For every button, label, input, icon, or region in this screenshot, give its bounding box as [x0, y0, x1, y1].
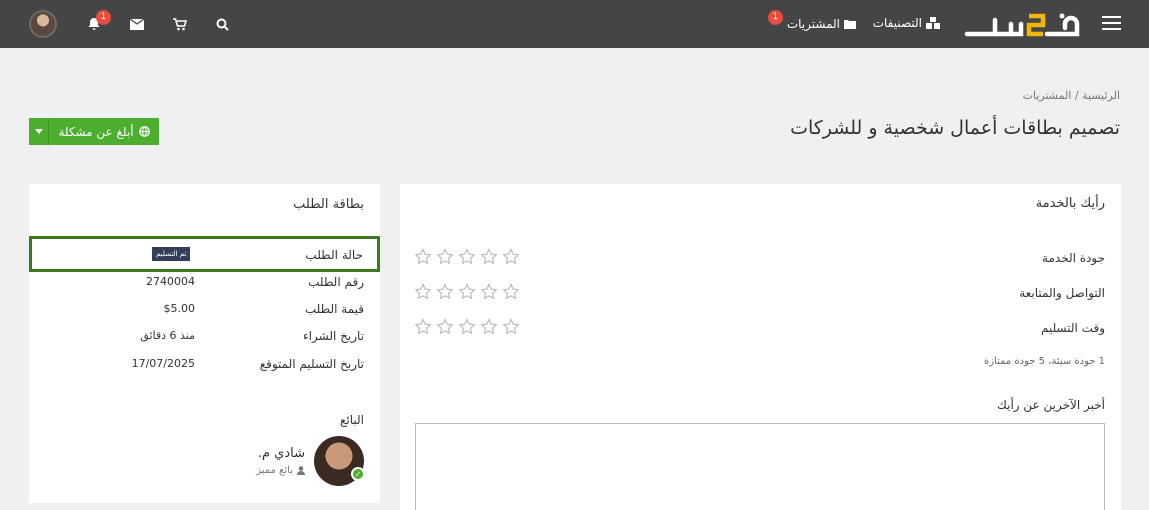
caret-down-icon: [34, 129, 43, 134]
top-navbar: 1 المشتريات 1 التصنيفات: [0, 0, 1149, 48]
order-price-label: قيمة الطلب: [304, 302, 364, 316]
messages-button[interactable]: [127, 14, 147, 34]
star-icon[interactable]: [480, 283, 498, 301]
nav-categories[interactable]: التصنيفات: [873, 16, 940, 30]
comment-label: أخبر الآخرين عن رأيك: [996, 398, 1105, 412]
order-card: بطاقة الطلب حالة الطلب تم التسليم رقم ال…: [29, 184, 380, 503]
star-icon[interactable]: [458, 318, 476, 336]
rating-label-communication: التواصل والمتابعة: [1019, 286, 1105, 300]
rating-label-delivery: وقت التسليم: [1040, 321, 1105, 335]
cart-button[interactable]: [170, 14, 190, 34]
star-icon[interactable]: [414, 248, 432, 266]
report-dropdown-toggle[interactable]: [29, 118, 49, 145]
user-icon: [297, 466, 305, 475]
nav-purchases-label: المشتريات: [786, 16, 840, 31]
star-icon[interactable]: [414, 283, 432, 301]
star-rating-delivery[interactable]: [414, 318, 520, 336]
user-avatar[interactable]: [29, 10, 57, 38]
star-icon[interactable]: [502, 318, 520, 336]
order-status-badge: تم التسليم: [152, 247, 191, 261]
notifications-button[interactable]: 1: [84, 10, 111, 34]
star-icon[interactable]: [436, 318, 454, 336]
seller-badge-label: بائع مميز: [256, 465, 293, 476]
order-info-row: قيمة الطلب $5.00: [29, 302, 380, 322]
star-icon[interactable]: [436, 283, 454, 301]
search-button[interactable]: [212, 14, 232, 34]
seller-section-title: البائع: [340, 413, 364, 427]
khamsat-logo[interactable]: [963, 8, 1081, 40]
order-number-label: رقم الطلب: [308, 275, 364, 289]
order-card-title: بطاقة الطلب: [293, 197, 364, 212]
report-problem-label-wrap: أبلغ عن مشكلة: [49, 125, 159, 139]
order-info-row: تاريخ التسليم المتوقع 17/07/2025: [29, 357, 380, 377]
rating-row-delivery: وقت التسليم: [400, 318, 1121, 340]
nav-categories-label: التصنيفات: [872, 16, 922, 30]
star-icon[interactable]: [436, 248, 454, 266]
nav-purchases[interactable]: المشتريات 1: [767, 10, 856, 31]
folder-icon: [844, 19, 856, 29]
review-panel: رأيك بالخدمة جودة الخدمة التواصل والمتاب…: [400, 184, 1121, 510]
notifications-badge: 1: [96, 10, 111, 25]
breadcrumb-separator: /: [1074, 89, 1079, 102]
seller-badge: بائع مميز: [256, 465, 305, 476]
order-price-value: $5.00: [163, 302, 196, 315]
review-panel-title: رأيك بالخدمة: [1035, 196, 1105, 211]
star-icon[interactable]: [480, 248, 498, 266]
rating-label-quality: جودة الخدمة: [1042, 251, 1105, 265]
rating-hint: 1 جودة سيئة، 5 جودة ممتازة: [983, 356, 1105, 367]
star-icon[interactable]: [458, 248, 476, 266]
star-icon[interactable]: [414, 318, 432, 336]
star-icon[interactable]: [458, 283, 476, 301]
globe-icon: [138, 126, 150, 137]
verified-check-icon: ✓: [351, 467, 365, 481]
star-icon[interactable]: [502, 283, 520, 301]
seller-name-link[interactable]: شادي م.: [258, 446, 305, 461]
comment-textarea[interactable]: [415, 423, 1105, 510]
star-rating-quality[interactable]: [414, 248, 520, 266]
breadcrumb-current[interactable]: المشتريات: [1023, 89, 1072, 102]
star-icon[interactable]: [480, 318, 498, 336]
breadcrumb: الرئيسية / المشتريات: [1023, 89, 1120, 102]
hamburger-menu-icon[interactable]: [1102, 16, 1121, 32]
rating-row-communication: التواصل والمتابعة: [400, 283, 1121, 305]
expected-delivery-label: تاريخ التسليم المتوقع: [259, 357, 364, 371]
order-number-value: 2740004: [146, 275, 195, 288]
search-icon: [216, 18, 229, 31]
order-status-label: حالة الطلب: [305, 248, 363, 262]
purchases-badge: 1: [767, 10, 783, 25]
purchase-date-label: تاريخ الشراء: [303, 329, 364, 343]
mail-icon: [130, 18, 144, 30]
purchase-date-value: منذ 6 دقائق: [140, 329, 195, 342]
cart-icon: [173, 17, 187, 30]
categories-icon: [926, 17, 940, 29]
star-icon[interactable]: [502, 248, 520, 266]
report-problem-label: أبلغ عن مشكلة: [58, 124, 134, 139]
expected-delivery-value: 17/07/2025: [131, 357, 195, 370]
order-status-row: حالة الطلب تم التسليم: [29, 236, 380, 272]
order-info-row: تاريخ الشراء منذ 6 دقائق: [29, 329, 380, 349]
breadcrumb-home[interactable]: الرئيسية: [1082, 89, 1120, 102]
order-info-row: رقم الطلب 2740004: [29, 275, 380, 295]
report-problem-button[interactable]: أبلغ عن مشكلة: [29, 118, 159, 145]
page-title: تصميم بطاقات أعمال شخصية و للشركات: [790, 117, 1120, 139]
star-rating-communication[interactable]: [414, 283, 520, 301]
rating-row-quality: جودة الخدمة: [400, 248, 1121, 270]
